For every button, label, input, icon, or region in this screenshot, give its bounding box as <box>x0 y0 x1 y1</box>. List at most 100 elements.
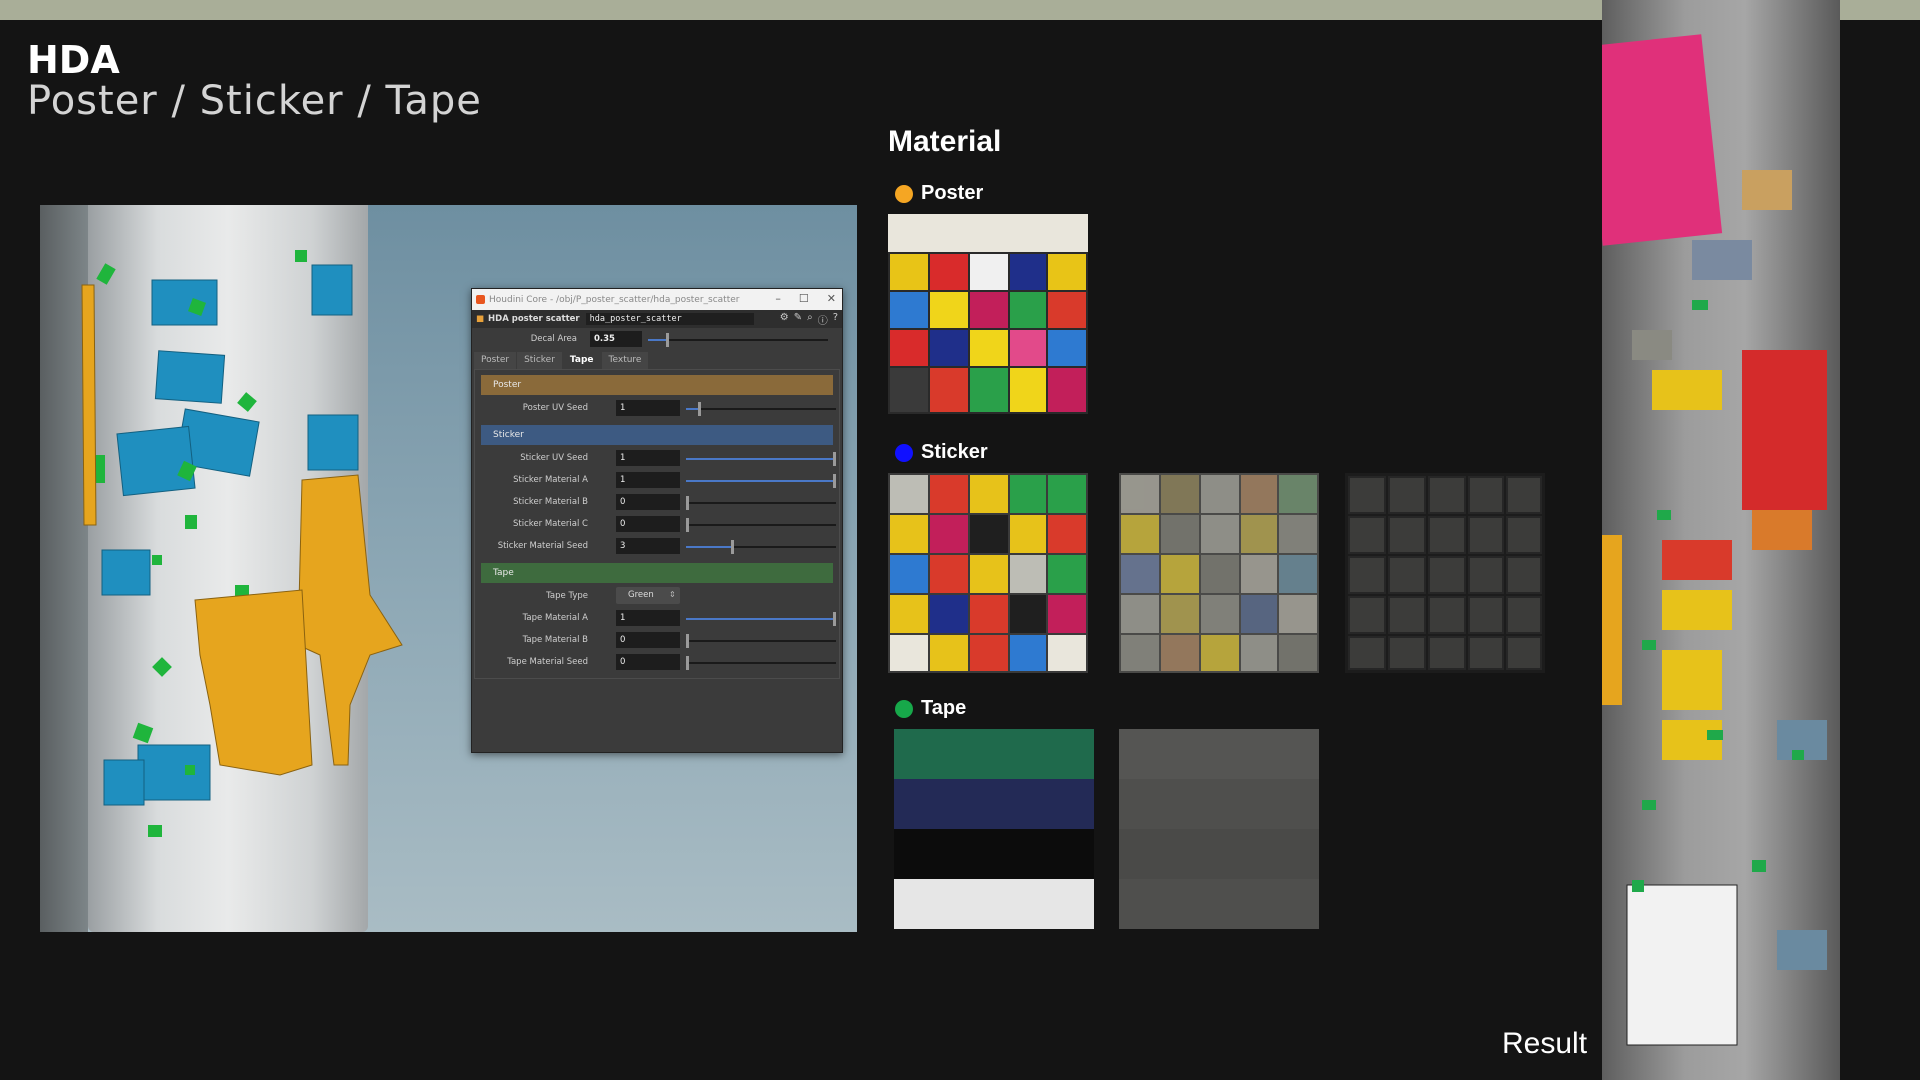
tape-decal <box>185 765 195 775</box>
viewport-3d[interactable]: Houdini Core - /obj/P_poster_scatter/hda… <box>40 205 857 932</box>
pole-sticker <box>1662 540 1732 580</box>
gear-icon[interactable]: ⚙ <box>780 312 789 327</box>
param-label: Sticker Material C <box>513 519 588 529</box>
pole-sticker <box>1742 170 1792 210</box>
window-title: Houdini Core - /obj/P_poster_scatter/hda… <box>489 294 740 305</box>
param-slider[interactable] <box>686 402 836 416</box>
param-value[interactable]: 0.35 <box>590 331 642 347</box>
search-icon[interactable]: ⌕ <box>807 312 813 327</box>
node-type-label: HDA poster scatter <box>488 314 580 324</box>
pole-sticker <box>1777 930 1827 970</box>
param-label: Tape Type <box>546 591 588 601</box>
param-value[interactable]: 0 <box>616 632 680 648</box>
houdini-logo-icon <box>476 295 485 304</box>
tape-decal <box>96 263 116 285</box>
tape-color-texture <box>894 729 1094 929</box>
sticker-decal <box>137 744 211 801</box>
param-label: Sticker Material Seed <box>497 541 588 551</box>
param-label: Sticker Material B <box>513 497 588 507</box>
param-row: Tape Material A 1 <box>479 607 836 629</box>
folder-tape[interactable]: Tape <box>481 563 833 583</box>
param-slider[interactable] <box>686 452 836 466</box>
sticker-decal <box>101 549 151 596</box>
sticker-mask-texture <box>1345 473 1545 673</box>
param-label: Poster UV Seed <box>522 403 588 413</box>
page-title: HDA <box>27 38 120 82</box>
sticker-decal <box>311 264 353 316</box>
poster-texture-thumbnail <box>888 214 1088 414</box>
tab-texture[interactable]: Texture <box>601 352 649 369</box>
tab-tape[interactable]: Tape <box>562 352 601 369</box>
param-slider[interactable] <box>686 656 836 670</box>
param-slider[interactable] <box>686 474 836 488</box>
window-titlebar[interactable]: Houdini Core - /obj/P_poster_scatter/hda… <box>472 289 842 310</box>
node-name-field[interactable]: hda_poster_scatter <box>585 313 754 325</box>
param-row: Sticker Material B 0 <box>479 491 836 513</box>
param-value[interactable]: 0 <box>616 516 680 532</box>
tape-decal <box>152 657 172 677</box>
pole-poster <box>1626 884 1738 1046</box>
folder-sticker[interactable]: Sticker <box>481 425 833 445</box>
tab-sticker[interactable]: Sticker <box>517 352 562 369</box>
param-slider[interactable] <box>686 612 836 626</box>
sticker-worn-texture <box>1119 473 1319 673</box>
param-slider[interactable] <box>686 518 836 532</box>
param-value[interactable]: 1 <box>616 610 680 626</box>
help-icon[interactable]: ? <box>833 312 838 327</box>
param-value[interactable]: 1 <box>616 400 680 416</box>
pole-tape <box>1692 300 1708 310</box>
maximize-icon[interactable]: ☐ <box>799 292 809 305</box>
param-label: Decal Area <box>530 334 577 344</box>
param-label: Sticker Material A <box>513 475 588 485</box>
param-slider[interactable] <box>648 333 828 347</box>
pole-tape <box>1707 730 1723 740</box>
tape-category: Tape <box>895 697 966 720</box>
pole-tape <box>1642 800 1656 810</box>
close-icon[interactable]: ✕ <box>827 292 836 305</box>
pin-icon[interactable]: ✎ <box>794 312 802 327</box>
param-label: Tape Material Seed <box>507 657 588 667</box>
param-row: Tape Type Green ⇕ <box>479 585 835 607</box>
minimize-icon[interactable]: – <box>775 292 781 305</box>
sticker-category: Sticker <box>895 441 988 464</box>
tape-roughness-texture <box>1119 729 1319 929</box>
pole-sticker <box>1692 240 1752 280</box>
pole-tape <box>1792 750 1804 760</box>
tape-decal <box>95 455 105 483</box>
param-value[interactable]: 0 <box>616 494 680 510</box>
param-value[interactable]: 0 <box>616 654 680 670</box>
pole-poster <box>1602 535 1622 705</box>
pole-poster <box>1742 350 1827 510</box>
tape-decal <box>132 722 154 744</box>
pole-sticker <box>1662 590 1732 630</box>
sticker-decal <box>103 759 145 806</box>
poster-category: Poster <box>895 182 983 205</box>
tab-poster[interactable]: Poster <box>474 352 517 369</box>
param-decal-area: Decal Area 0.35 <box>472 328 842 348</box>
info-icon[interactable]: ⓘ <box>818 312 828 327</box>
sticker-decal <box>116 425 196 497</box>
param-slider[interactable] <box>686 496 836 510</box>
sticker-dot-icon <box>895 443 913 462</box>
folder-poster[interactable]: Poster <box>481 375 833 395</box>
node-type-icon: ■ <box>476 314 485 324</box>
tape-dot-icon <box>895 699 913 718</box>
chevron-updown-icon: ⇕ <box>669 590 676 599</box>
param-slider[interactable] <box>686 634 836 648</box>
material-heading: Material <box>888 125 1002 158</box>
pole-tape <box>1642 640 1656 650</box>
param-row: Sticker Material A 1 <box>479 469 836 491</box>
param-value[interactable]: 1 <box>616 472 680 488</box>
param-value[interactable]: 1 <box>616 450 680 466</box>
houdini-parameter-window[interactable]: Houdini Core - /obj/P_poster_scatter/hda… <box>471 288 843 753</box>
poster-dot-icon <box>895 184 913 203</box>
param-row: Sticker Material C 0 <box>479 513 836 535</box>
param-value[interactable]: 3 <box>616 538 680 554</box>
pole-poster <box>1602 34 1723 246</box>
param-slider[interactable] <box>686 540 836 554</box>
node-toolbar: ■ HDA poster scatter hda_poster_scatter … <box>472 310 842 328</box>
result-label: Result <box>1502 1027 1588 1060</box>
tape-decal <box>185 515 197 529</box>
poster-label: Poster <box>921 182 984 204</box>
tab-content: Poster Poster UV Seed 1 Sticker Sticker … <box>474 369 840 679</box>
